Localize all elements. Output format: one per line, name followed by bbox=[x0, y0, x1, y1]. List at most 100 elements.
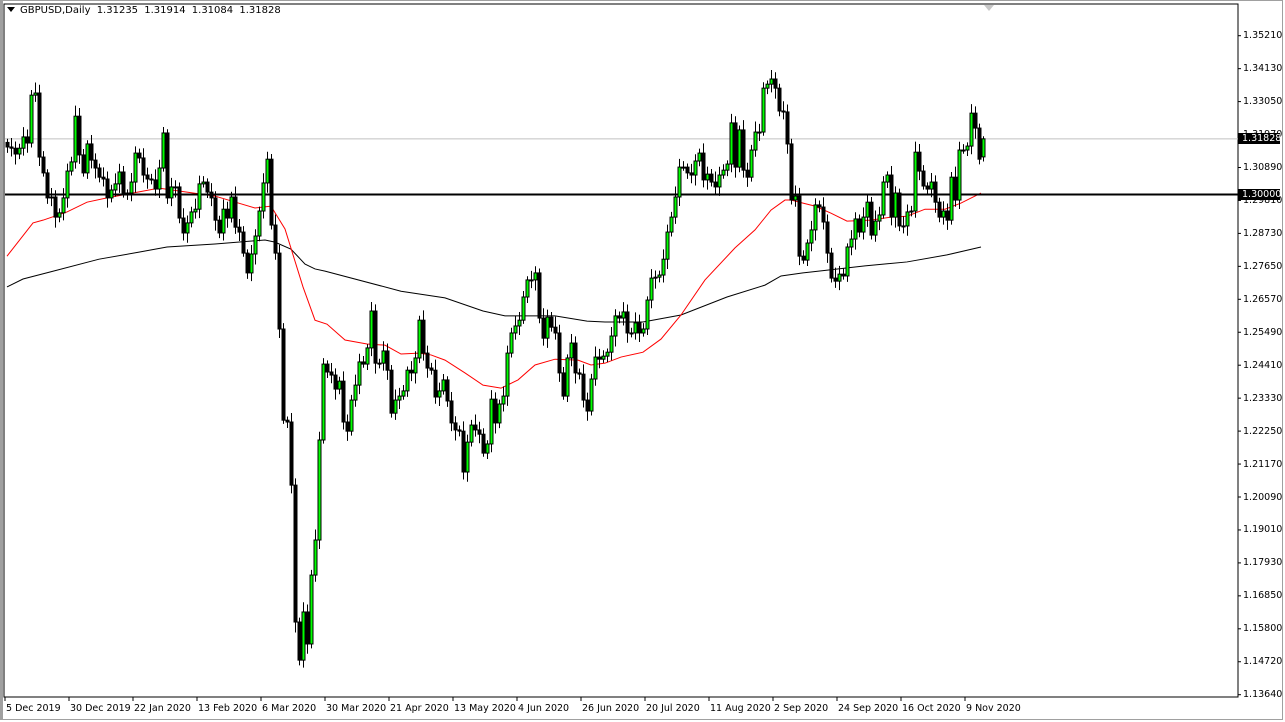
bear-candle-body bbox=[625, 311, 630, 334]
candle bbox=[105, 171, 110, 208]
price-tick-label: 1.20090 bbox=[1243, 491, 1283, 503]
candle bbox=[869, 196, 874, 240]
bear-candle-body bbox=[77, 115, 82, 156]
candle bbox=[357, 353, 362, 395]
bull-candle-body bbox=[349, 399, 354, 432]
candle bbox=[693, 154, 698, 186]
candle bbox=[69, 156, 74, 176]
bull-candle-body bbox=[113, 183, 118, 191]
candle bbox=[581, 364, 586, 408]
candle bbox=[101, 167, 106, 187]
candle bbox=[245, 249, 250, 279]
candle bbox=[625, 304, 630, 343]
bull-candle-body bbox=[717, 174, 722, 188]
bull-candle-body bbox=[877, 214, 882, 222]
bear-candle-body bbox=[557, 332, 562, 374]
candle bbox=[421, 310, 426, 361]
candle bbox=[401, 384, 406, 400]
bull-candle-body bbox=[873, 220, 878, 236]
candle bbox=[965, 142, 970, 156]
bull-candle-body bbox=[813, 204, 818, 231]
bear-candle-body bbox=[869, 201, 874, 236]
candle bbox=[441, 373, 446, 395]
bull-candle-body bbox=[469, 424, 474, 443]
candle bbox=[709, 168, 714, 187]
bear-candle-body bbox=[445, 379, 450, 402]
dropdown-triangle-icon[interactable] bbox=[7, 7, 15, 12]
bull-candle-body bbox=[893, 192, 898, 218]
bear-candle-body bbox=[241, 231, 246, 254]
candle bbox=[685, 163, 690, 179]
bear-candle-body bbox=[277, 252, 282, 330]
candle bbox=[537, 268, 542, 324]
candle bbox=[241, 226, 246, 257]
candle bbox=[733, 116, 738, 178]
price-tick-label: 1.30890 bbox=[1243, 162, 1283, 173]
candle bbox=[617, 311, 622, 324]
candle bbox=[21, 127, 26, 156]
candle bbox=[597, 348, 602, 369]
candle bbox=[169, 177, 174, 207]
bull-candle-body bbox=[837, 273, 842, 282]
price-tick-label: 1.27650 bbox=[1243, 260, 1283, 272]
bull-candle-body bbox=[309, 574, 314, 645]
candle bbox=[453, 416, 458, 441]
candle bbox=[953, 166, 958, 207]
date-tick-label: 2 Sep 2020 bbox=[774, 703, 829, 714]
candle bbox=[633, 312, 638, 340]
bull-candle-body bbox=[657, 274, 662, 278]
candle bbox=[57, 208, 62, 223]
bear-candle-body bbox=[105, 178, 110, 199]
candle bbox=[609, 327, 614, 361]
candle bbox=[89, 134, 94, 169]
candle bbox=[817, 200, 822, 213]
bear-candle-body bbox=[953, 176, 958, 201]
candle bbox=[669, 211, 674, 237]
candle bbox=[949, 171, 954, 225]
bull-candle-body bbox=[677, 166, 682, 198]
candle bbox=[425, 345, 430, 378]
bull-candle-body bbox=[929, 181, 934, 190]
bull-candle-body bbox=[809, 229, 814, 244]
bull-candle-body bbox=[321, 363, 326, 441]
candle bbox=[373, 304, 378, 374]
bear-candle-body bbox=[141, 157, 146, 176]
chart-shift-marker-icon[interactable] bbox=[984, 5, 994, 11]
chart-plot[interactable] bbox=[0, 0, 1285, 722]
candle bbox=[113, 173, 118, 197]
candle bbox=[725, 160, 730, 177]
bull-candle-body bbox=[157, 167, 162, 190]
candle bbox=[305, 604, 310, 654]
candle bbox=[897, 188, 902, 232]
candle bbox=[13, 141, 18, 165]
bear-candle-body bbox=[273, 224, 278, 254]
candle bbox=[397, 387, 402, 410]
candle bbox=[681, 161, 686, 171]
bear-candle-body bbox=[617, 315, 622, 319]
bear-candle-body bbox=[37, 92, 42, 158]
bear-candle-body bbox=[797, 195, 802, 257]
bear-candle-body bbox=[409, 369, 414, 374]
bull-candle-body bbox=[377, 362, 382, 365]
candle bbox=[253, 229, 258, 265]
candle bbox=[49, 187, 54, 207]
candle bbox=[361, 355, 366, 368]
candle bbox=[657, 270, 662, 283]
moving-averages bbox=[6, 187, 982, 389]
candle bbox=[149, 173, 154, 185]
candle bbox=[781, 101, 786, 120]
bull-candle-body bbox=[645, 299, 650, 330]
bear-candle-body bbox=[493, 398, 498, 424]
bull-candle-body bbox=[673, 196, 678, 218]
bear-candle-body bbox=[549, 316, 554, 328]
bull-candle-body bbox=[621, 311, 626, 319]
bear-candle-body bbox=[121, 171, 126, 195]
candle bbox=[701, 143, 706, 188]
candle bbox=[973, 106, 978, 139]
bull-candle-body bbox=[969, 112, 974, 147]
bull-candle-body bbox=[545, 316, 550, 339]
candle bbox=[829, 247, 834, 283]
candle bbox=[589, 373, 594, 416]
candle bbox=[793, 185, 798, 207]
candle bbox=[893, 186, 898, 228]
